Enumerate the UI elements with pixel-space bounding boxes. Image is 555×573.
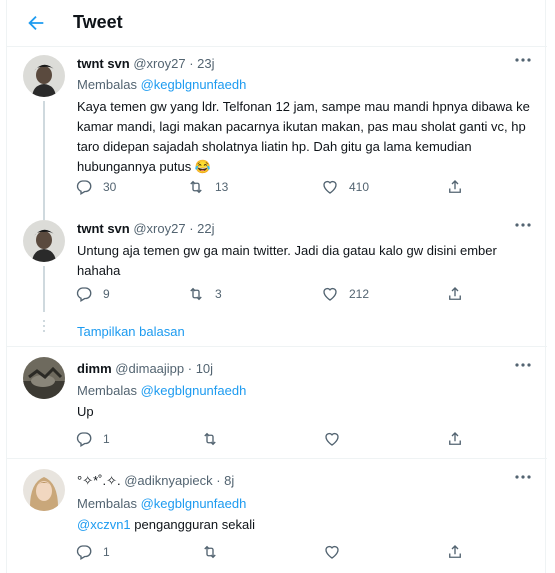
thread-line [43, 266, 45, 312]
like-button[interactable] [323, 542, 341, 562]
reply-count: 1 [103, 545, 110, 559]
tweet-time[interactable]: · 10j [188, 361, 213, 376]
tweet-item[interactable]: twnt svn @xroy27 · 23j Membalas @kegblgn… [7, 47, 547, 212]
heart-icon [325, 432, 339, 446]
share-icon [449, 180, 461, 193]
thread-line [43, 212, 45, 220]
like-count: 410 [349, 180, 370, 194]
reply-button[interactable]: 9 [75, 284, 110, 304]
share-button[interactable] [446, 429, 464, 449]
tweet-time[interactable]: · 22j [189, 221, 214, 236]
reply-mention-link[interactable]: @kegblgnunfaedh [141, 383, 247, 398]
reply-prefix: Membalas [77, 77, 137, 92]
retweet-icon [204, 432, 216, 446]
reply-context: Membalas @kegblgnunfaedh [77, 77, 246, 92]
reply-icon [76, 287, 92, 302]
tweet-header: dimm @dimaajipp · 10j [77, 361, 213, 376]
reply-icon [76, 545, 92, 560]
user-handle[interactable]: @dimaajipp [115, 361, 184, 376]
reply-context: Membalas @kegblgnunfaedh [77, 496, 246, 511]
avatar[interactable] [23, 469, 65, 511]
thread-line [43, 101, 45, 212]
share-icon [449, 545, 461, 558]
user-name[interactable]: °✧*˚.✧. [77, 473, 121, 488]
arrow-left-icon[interactable] [25, 12, 47, 34]
heart-icon [323, 180, 337, 194]
retweet-icon [190, 180, 202, 194]
tweet-actions: 9 3 212 [75, 284, 475, 304]
tweet-actions: 1 [75, 429, 475, 449]
share-icon [449, 287, 461, 300]
tweet-text: Untung aja temen gw ga main twitter. Jad… [77, 243, 497, 278]
like-button[interactable] [323, 429, 341, 449]
share-button[interactable] [446, 542, 464, 562]
tweet-item[interactable]: twnt svn @xroy27 · 22j Untung aja temen … [7, 212, 547, 312]
retweet-button[interactable] [201, 542, 219, 562]
text-mention-link[interactable]: @xczvn1 [77, 517, 131, 532]
tweet-item[interactable]: dimm @dimaajipp · 10j Membalas @kegblgnu… [7, 347, 547, 458]
reply-button[interactable]: 1 [75, 542, 110, 562]
user-handle[interactable]: @adiknyapieck [124, 473, 212, 488]
reply-icon [76, 180, 92, 195]
reply-prefix: Membalas [77, 383, 137, 398]
tweet-item[interactable]: °✧*˚.✧. @adiknyapieck · 8j Membalas @keg… [7, 459, 547, 573]
page-header: Tweet [7, 0, 547, 47]
tweet-actions: 1 [75, 542, 475, 562]
share-button[interactable] [446, 284, 464, 304]
share-icon [449, 432, 461, 445]
tweet-text: Up [77, 404, 94, 419]
retweet-count: 13 [215, 180, 229, 194]
avatar[interactable] [23, 357, 65, 399]
retweet-button[interactable] [201, 429, 219, 449]
more-horizontal-icon[interactable] [513, 222, 533, 232]
reply-count: 30 [103, 180, 117, 194]
thread-dots [43, 320, 45, 335]
reply-count: 1 [103, 432, 110, 446]
like-button[interactable]: 410 [321, 177, 369, 197]
tweet-header: twnt svn @xroy27 · 22j [77, 221, 215, 236]
reply-count: 9 [103, 287, 110, 301]
user-name[interactable]: dimm [77, 361, 112, 376]
retweet-button[interactable]: 13 [187, 177, 228, 197]
tweet-actions: 30 13 410 [75, 177, 475, 197]
retweet-count: 3 [215, 287, 222, 301]
tweet-page: Tweet twnt svn @xroy27 · 23j Membalas @k… [6, 0, 547, 573]
heart-icon [325, 545, 339, 559]
user-handle[interactable]: @xroy27 [133, 221, 185, 236]
user-handle[interactable]: @xroy27 [133, 56, 185, 71]
retweet-button[interactable]: 3 [187, 284, 222, 304]
reply-context: Membalas @kegblgnunfaedh [77, 383, 246, 398]
reply-button[interactable]: 1 [75, 429, 110, 449]
more-horizontal-icon[interactable] [513, 362, 533, 372]
tweet-time[interactable]: · 23j [189, 56, 214, 71]
more-horizontal-icon[interactable] [513, 474, 533, 484]
tweet-text-body: pengangguran sekali [130, 517, 255, 532]
more-horizontal-icon[interactable] [513, 57, 533, 67]
tweet-text: @xczvn1 pengangguran sekali [77, 515, 535, 535]
page-title: Tweet [73, 12, 123, 32]
like-button[interactable]: 212 [321, 284, 369, 304]
reply-prefix: Membalas [77, 496, 137, 511]
reply-button[interactable]: 30 [75, 177, 116, 197]
reply-mention-link[interactable]: @kegblgnunfaedh [141, 77, 247, 92]
heart-icon [323, 287, 337, 301]
tweet-text: Kaya temen gw yang ldr. Telfonan 12 jam,… [77, 99, 530, 174]
user-name[interactable]: twnt svn [77, 221, 130, 236]
tweet-header: twnt svn @xroy27 · 23j [77, 56, 215, 71]
reply-mention-link[interactable]: @kegblgnunfaedh [141, 496, 247, 511]
like-count: 212 [349, 287, 370, 301]
show-replies-link[interactable]: Tampilkan balasan [77, 324, 185, 339]
retweet-icon [190, 287, 202, 301]
reply-icon [76, 432, 92, 447]
tweet-header: °✧*˚.✧. @adiknyapieck · 8j [77, 473, 234, 489]
avatar[interactable] [23, 220, 65, 262]
user-name[interactable]: twnt svn [77, 56, 130, 71]
retweet-icon [204, 545, 216, 559]
tweet-time[interactable]: · 8j [216, 473, 234, 488]
share-button[interactable] [446, 177, 464, 197]
avatar[interactable] [23, 55, 65, 97]
